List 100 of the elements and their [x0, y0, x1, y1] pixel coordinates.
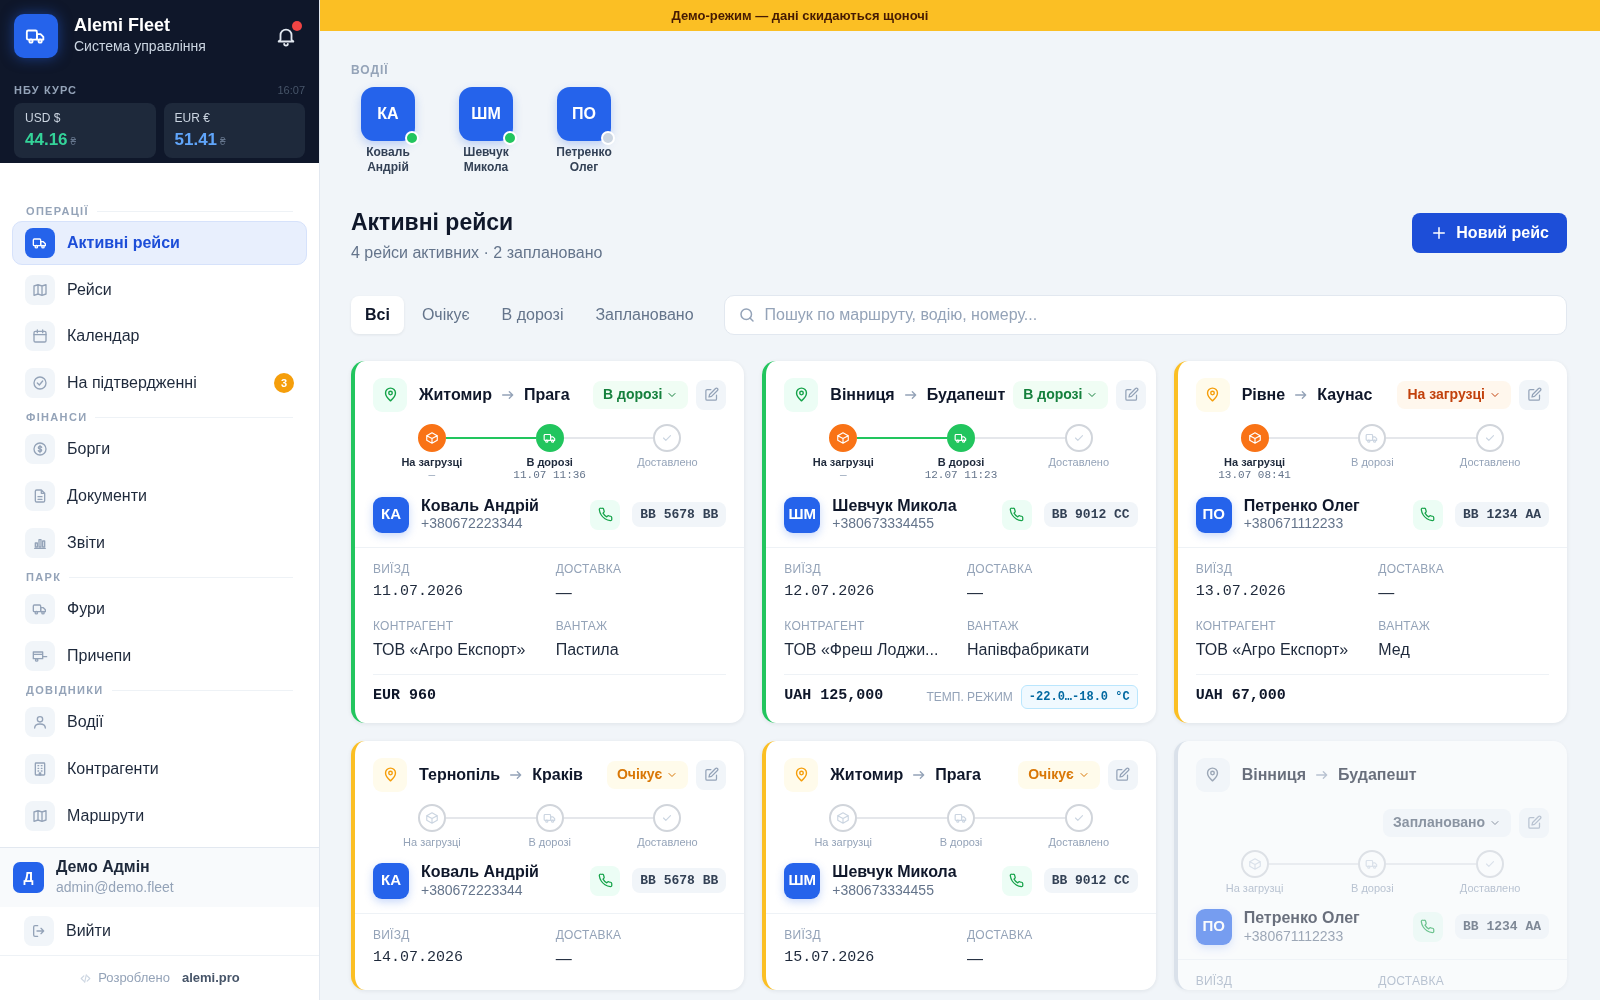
field-value: ТОВ «Фреш Лоджи... [784, 639, 940, 660]
nav-item[interactable]: На підтвердженні 3 [12, 360, 307, 405]
footer-link[interactable]: alemi.pro [181, 968, 240, 988]
step-time: — [839, 468, 847, 483]
nav-item[interactable]: Документи [12, 473, 307, 518]
step-label: В дорозі [939, 835, 983, 849]
rate-value: 51.41 [174, 128, 218, 151]
section-title: ПАРК [26, 569, 62, 585]
edit-button[interactable] [696, 379, 727, 410]
field-label: ДОСТАВКА [1378, 972, 1445, 990]
step-label: В дорозі [1351, 881, 1394, 895]
step-label: На загрузці [1224, 455, 1286, 469]
edit-icon [1115, 767, 1131, 783]
pin-icon [1195, 377, 1230, 412]
field-value: — [555, 948, 573, 969]
nav-item[interactable]: Маршрути [12, 793, 307, 838]
route-from: Житомир [830, 764, 904, 785]
field-value: 14.07.2026 [373, 947, 464, 968]
field-value: — [1378, 582, 1396, 603]
field-label: КОНТРАГЕНТ [1195, 617, 1277, 635]
edit-button[interactable] [1116, 379, 1147, 410]
field-label: ВИЇЗД [784, 926, 822, 944]
step-label: На загрузці [401, 455, 463, 469]
phone-button[interactable] [590, 499, 621, 530]
field-value: — [967, 948, 984, 969]
field-value: 12.07.2026 [784, 581, 876, 602]
plate-number: ВВ 1234 АА [1455, 501, 1549, 528]
rate-currency: USD $ [25, 109, 62, 127]
step-label: На загрузці [403, 835, 461, 849]
filter-tab[interactable]: Всі [351, 295, 404, 334]
field-label: ДОСТАВКА [555, 560, 623, 578]
new-trip-button[interactable]: Новий рейс [1412, 213, 1567, 253]
phone-button[interactable] [1001, 865, 1032, 896]
nav-item[interactable]: Контрагенти [12, 746, 307, 791]
phone-button[interactable] [1001, 499, 1032, 530]
filter-tab[interactable]: В дорозі [487, 295, 578, 334]
rate-currency: EUR € [174, 109, 211, 127]
driver-name: Петренко Олег [555, 145, 613, 175]
nav-item[interactable]: Рейси [12, 267, 307, 312]
nav-item[interactable]: Водії [12, 700, 307, 745]
field-label: ВИЇЗД [373, 926, 411, 944]
route-to: Краків [532, 764, 583, 785]
nav-item[interactable]: Активні рейси [12, 221, 307, 265]
edit-button[interactable] [1107, 759, 1138, 790]
search-field[interactable]: Пошук по маршруту, водію, номеру... [723, 294, 1567, 335]
logout-icon [24, 916, 54, 946]
field-label: ВАНТАЖ [1378, 617, 1432, 635]
route-to: Прага [935, 764, 981, 785]
map-icon [25, 800, 55, 831]
banner-text: Демо-режим — дані скидаються щоночі [671, 6, 929, 25]
map-icon [25, 274, 55, 305]
pin-icon [784, 757, 819, 792]
step-label: В дорозі [937, 455, 985, 469]
phone-icon [1009, 873, 1025, 889]
driver-avatar: ПО [1195, 908, 1232, 945]
count-badge: 3 [274, 372, 294, 393]
phone-button[interactable] [1413, 911, 1443, 942]
field-value: Напівфабрикати [967, 639, 1091, 660]
status-dropdown[interactable]: На загрузці [1397, 380, 1511, 409]
step-label: Доставлено [637, 455, 698, 469]
page-subtitle: 4 рейси активних · 2 заплановано [351, 242, 603, 263]
edit-button[interactable] [1519, 379, 1549, 410]
filter-tab[interactable]: Очікує [407, 295, 484, 334]
filter-tab[interactable]: Заплановано [581, 295, 708, 334]
rates-label: НБУ КУРС [14, 83, 78, 98]
edit-button[interactable] [1519, 807, 1549, 838]
field-label: КОНТРАГЕНТ [784, 617, 866, 635]
coin-icon [25, 434, 55, 465]
building-icon [25, 753, 55, 784]
field-label: ВИЇЗД [1195, 560, 1234, 578]
brand-subtitle: Система управління [74, 37, 207, 57]
logout-link[interactable]: Вийти [24, 916, 111, 946]
step-time: 13.07 08:41 [1218, 468, 1291, 483]
temp-range: -22.0…-18.0 °C [1020, 684, 1138, 709]
plate-number: ВВ 1234 АА [1455, 913, 1549, 940]
nav-item[interactable]: Фури [12, 587, 307, 632]
edit-button[interactable] [696, 759, 727, 790]
field-label: ДОСТАВКА [967, 926, 1034, 944]
trip-price: EUR 960 [373, 685, 436, 706]
step-label: На загрузці [1225, 881, 1284, 895]
driver-phone: +380671112233 [1243, 927, 1345, 945]
phone-button[interactable] [590, 865, 621, 896]
rate-unit: ₴ [220, 134, 226, 149]
status-dropdown[interactable]: В дорозі [593, 380, 689, 409]
route-to: Будапешт [1338, 764, 1417, 785]
nav-item[interactable]: Календар [12, 314, 307, 359]
nav-item[interactable]: Причепи [12, 633, 307, 678]
section-title: ОПЕРАЦІЇ [26, 203, 89, 219]
section-title: ВОДІЇ [351, 62, 390, 79]
driver-avatar: КА [373, 496, 409, 533]
nav-item[interactable]: Звіти [12, 520, 307, 565]
phone-button[interactable] [1413, 499, 1443, 530]
trip-price: UAH 125,000 [784, 686, 884, 707]
step-label: Доставлено [1459, 881, 1521, 895]
driver-phone: +380673334455 [832, 881, 935, 899]
status-dropdown[interactable]: В дорозі [1013, 380, 1109, 409]
user-avatar: Д [13, 862, 44, 893]
nav-item[interactable]: Борги [12, 427, 307, 472]
phone-icon [1420, 919, 1436, 935]
step-label: В дорозі [526, 455, 573, 469]
